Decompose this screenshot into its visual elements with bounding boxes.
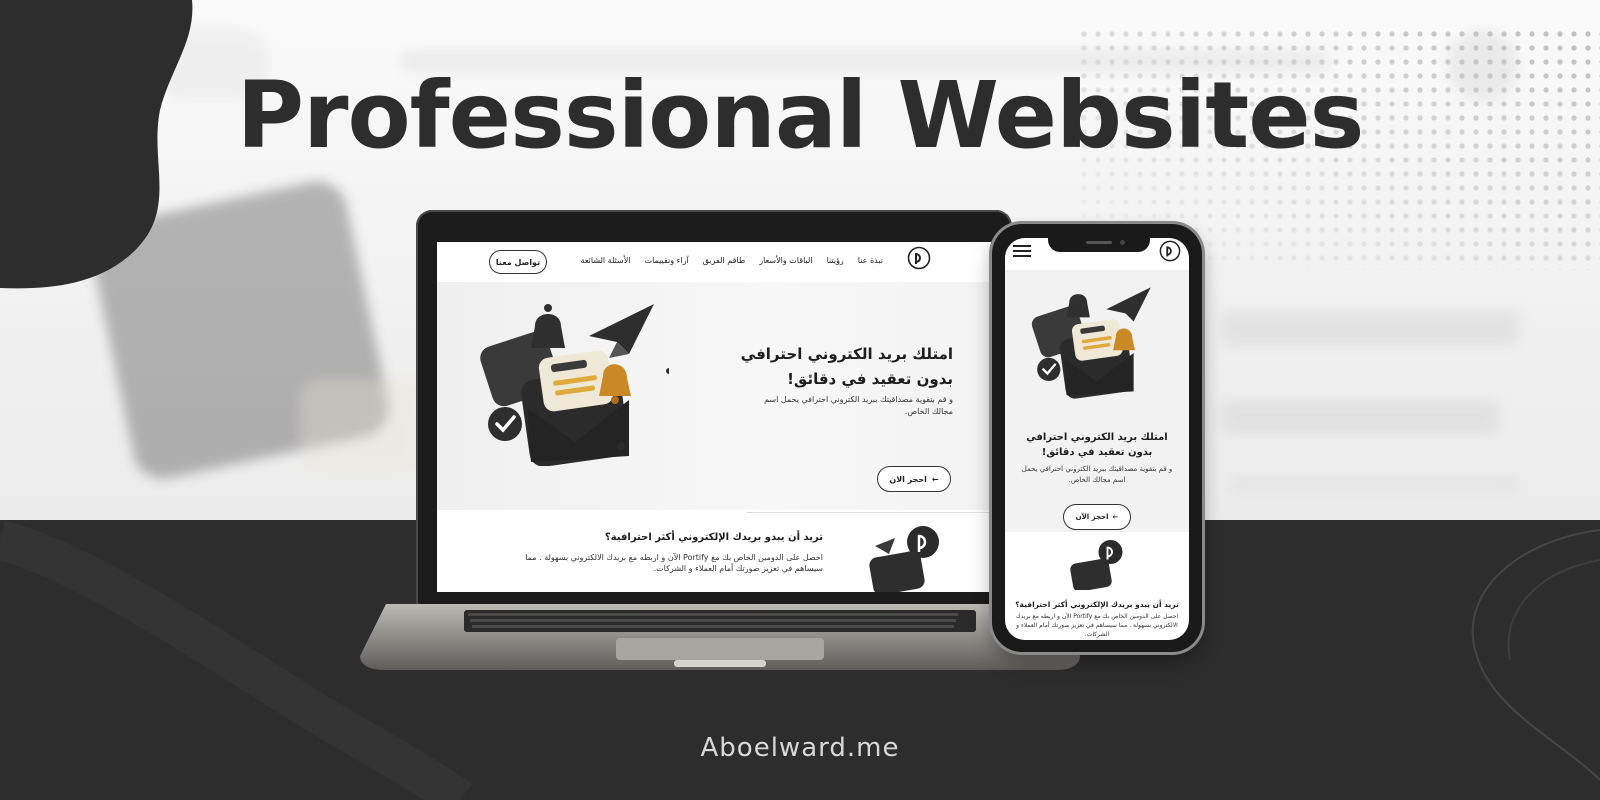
phone-menu-icon[interactable] — [1013, 242, 1031, 260]
trackpad — [616, 638, 824, 660]
hero-section: امتلك بريد الكتروني احترافي بدون تعقيد ف… — [437, 282, 993, 510]
laptop-screen: تواصل معنا نبذة عنا رؤيتنا الباقات والأس… — [437, 242, 993, 592]
phone-hero-subtitle: و قم بتقوية مصداقيتك ببريد الكتروني احتر… — [1021, 465, 1173, 484]
logo-icon[interactable] — [907, 246, 931, 270]
nav-links: نبذة عنا رؤيتنا الباقات والأسعار طاقم ال… — [581, 256, 883, 265]
phone-book-now-button[interactable]: احجز الآن ← — [1063, 504, 1131, 530]
nav-link-pricing[interactable]: الباقات والأسعار — [759, 256, 812, 265]
hero-title: امتلك بريد الكتروني احترافي بدون تعقيد ف… — [740, 345, 953, 388]
page-headline: Professional Websites — [236, 62, 1365, 169]
arrow-left-icon: ← — [931, 474, 939, 484]
phone-screen: امتلك بريد الكتروني احترافي بدون تعقيد ف… — [1005, 238, 1189, 640]
blurred-note-graphic — [300, 380, 420, 470]
phone-hero-section: امتلك بريد الكتروني احترافي بدون تعقيد ف… — [1005, 270, 1189, 532]
nav-link-vision[interactable]: رؤيتنا — [827, 256, 844, 265]
brand-footer-text: Aboelward.me — [700, 733, 900, 763]
book-now-button[interactable]: احجز الان ← — [877, 466, 951, 492]
contact-button[interactable]: تواصل معنا — [489, 250, 547, 274]
section-divider — [747, 512, 993, 513]
feature-title: تريد أن يبدو بريدك الإلكتروني أكثر احترا… — [604, 532, 823, 543]
mail-bell-illustration — [480, 304, 669, 466]
phone-mail-illustration — [1031, 287, 1151, 399]
laptop-base — [360, 604, 1080, 670]
nav-link-team[interactable]: طاقم الفريق — [703, 256, 746, 265]
hero-subtitle: و قم بتقوية مصداقيتك ببريد الكتروني احتر… — [764, 395, 953, 416]
book-now-label: احجز الان — [889, 474, 927, 484]
envelope-logo-illustration — [869, 526, 939, 592]
feature-body: احصل على الدومين الخاص بك مع Portify الآ… — [525, 553, 823, 573]
nav-link-about[interactable]: نبذة عنا — [858, 256, 883, 265]
blurred-heading-text — [1220, 310, 1520, 346]
blurred-body-text — [1230, 478, 1520, 492]
phone-feature-body: احصل على الدومين الخاص بك مع Portify الآ… — [1015, 613, 1179, 638]
phone-book-now-label: احجز الآن — [1075, 513, 1109, 521]
phone-hero-title: امتلك بريد الكتروني احترافي بدون تعقيد ف… — [1026, 432, 1168, 458]
nav-link-reviews[interactable]: آراء وتقييمات — [645, 256, 689, 265]
blurred-heading-text-2 — [1220, 400, 1500, 434]
phone-notch — [1048, 236, 1150, 252]
phone-feature-title: تريد أن يبدو بريدك الإلكتروني أكثر احترا… — [1015, 600, 1179, 609]
nav-link-faq[interactable]: الأسئلة الشائعة — [581, 256, 631, 265]
feature-section: تريد أن يبدو بريدك الإلكتروني أكثر احترا… — [437, 512, 993, 592]
phone-envelope-illustration — [1070, 540, 1123, 590]
phone-logo-icon[interactable] — [1159, 240, 1181, 262]
site-nav: تواصل معنا نبذة عنا رؤيتنا الباقات والأس… — [437, 242, 993, 282]
arrow-left-icon: ← — [1112, 513, 1119, 521]
